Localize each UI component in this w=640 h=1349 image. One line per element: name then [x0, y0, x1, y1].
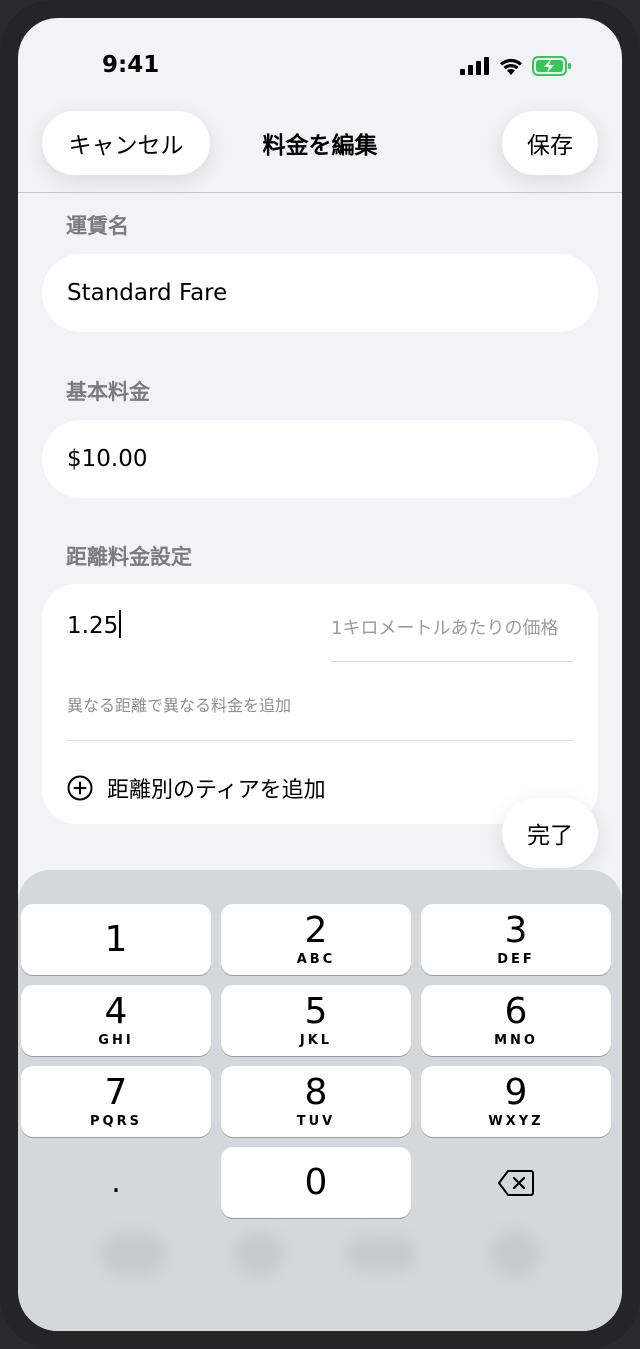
save-button[interactable]: 保存	[502, 111, 598, 175]
key-letters: PQRS	[90, 1114, 142, 1129]
card-divider	[66, 740, 574, 741]
key-digit: 2	[304, 910, 328, 951]
numeric-keypad: 1 2 ABC 3 DEF 4 GHI 5 JKL 6 MNO 7 PQRS 8…	[18, 870, 622, 1331]
plus-circle-icon	[67, 775, 93, 801]
distance-pricing-label: 距離料金設定	[66, 545, 192, 569]
key-digit: 7	[104, 1072, 128, 1113]
base-fare-field[interactable]: $10.00	[42, 420, 598, 498]
key-9[interactable]: 9 WXYZ	[421, 1066, 611, 1137]
tier-note: 異なる距離で異なる料金を追加	[67, 696, 292, 715]
key-digit: 4	[104, 991, 128, 1032]
delete-backspace-icon	[498, 1169, 534, 1196]
key-3[interactable]: 3 DEF	[421, 904, 611, 975]
rate-per-km-input[interactable]: 1.25	[67, 610, 122, 639]
battery-charging-icon	[532, 56, 571, 76]
key-digit: 8	[304, 1072, 328, 1113]
status-icons	[460, 56, 572, 76]
key-1[interactable]: 1	[21, 904, 211, 975]
key-4[interactable]: 4 GHI	[21, 985, 211, 1056]
key-6[interactable]: 6 MNO	[421, 985, 611, 1056]
nav-divider	[18, 192, 622, 193]
cellular-signal-icon	[460, 57, 489, 75]
done-button[interactable]: 完了	[502, 798, 598, 868]
key-digit: 1	[104, 918, 128, 960]
device-frame: 9:41 キャンセル 料金を編集 保存 運賃名 Standard Fare 基本…	[0, 0, 640, 1349]
wifi-icon	[500, 58, 522, 75]
status-time: 9:41	[102, 52, 160, 78]
blurred-shape	[490, 1230, 540, 1278]
distance-pricing-card: 1.25 1キロメートルあたりの価格 異なる距離で異なる料金を追加 距離別のティ…	[42, 584, 598, 824]
key-letters: MNO	[494, 1033, 538, 1048]
blurred-shape	[234, 1232, 284, 1276]
key-decimal[interactable]: .	[21, 1147, 211, 1218]
key-2[interactable]: 2 ABC	[221, 904, 411, 975]
key-7[interactable]: 7 PQRS	[21, 1066, 211, 1137]
key-digit: .	[111, 1164, 121, 1200]
fare-name-label: 運賃名	[66, 214, 129, 238]
base-fare-value: $10.00	[67, 446, 148, 472]
screen: 9:41 キャンセル 料金を編集 保存 運賃名 Standard Fare 基本…	[18, 18, 622, 1331]
blurred-shape	[346, 1236, 416, 1272]
key-letters: JKL	[299, 1033, 333, 1048]
rate-value: 1.25	[67, 613, 119, 639]
text-cursor	[119, 610, 122, 638]
save-label: 保存	[527, 133, 573, 159]
key-5[interactable]: 5 JKL	[221, 985, 411, 1056]
key-letters: TUV	[296, 1114, 336, 1129]
key-0[interactable]: 0	[221, 1147, 411, 1218]
key-digit: 9	[504, 1072, 528, 1113]
base-fare-label: 基本料金	[66, 380, 150, 404]
key-digit: 3	[504, 910, 528, 951]
key-letters: DEF	[497, 952, 535, 967]
key-digit: 0	[304, 1161, 328, 1203]
rate-per-km-hint: 1キロメートルあたりの価格	[331, 618, 559, 639]
key-digit: 5	[304, 991, 328, 1032]
delete-key[interactable]	[421, 1147, 611, 1218]
done-label: 完了	[527, 823, 573, 849]
key-digit: 6	[504, 991, 528, 1032]
rate-underline	[331, 661, 573, 662]
fare-name-field[interactable]: Standard Fare	[42, 254, 598, 332]
blurred-shape	[100, 1232, 166, 1276]
key-8[interactable]: 8 TUV	[221, 1066, 411, 1137]
add-distance-tier-button[interactable]: 距離別のティアを追加	[67, 772, 326, 804]
key-letters: ABC	[296, 952, 336, 967]
fare-name-value: Standard Fare	[67, 280, 228, 306]
add-tier-label: 距離別のティアを追加	[107, 778, 326, 803]
key-letters: GHI	[98, 1033, 134, 1048]
key-letters: WXYZ	[488, 1114, 544, 1129]
